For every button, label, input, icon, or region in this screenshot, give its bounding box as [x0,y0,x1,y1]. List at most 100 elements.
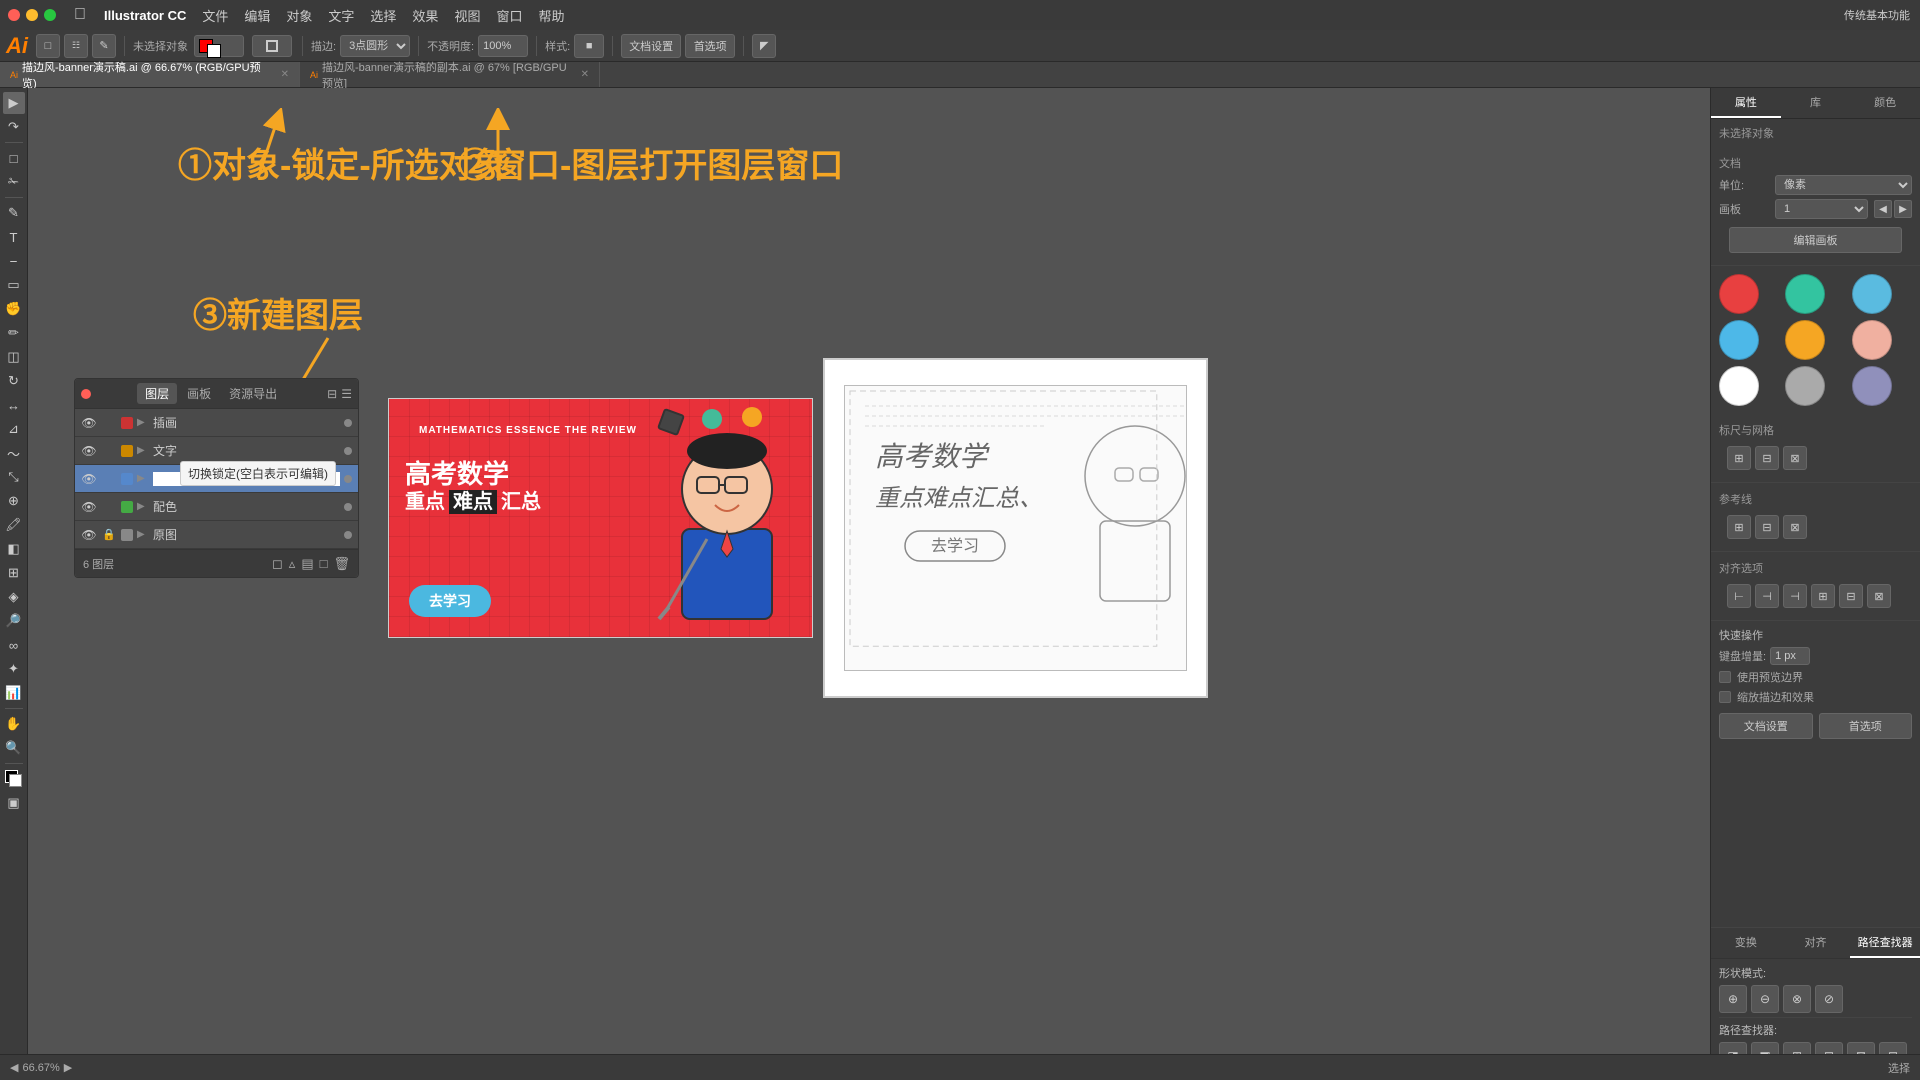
expand-active[interactable]: ▶ [137,473,149,484]
zoom-out-btn[interactable]: ◀ [10,1061,18,1074]
unite-btn[interactable]: ⊕ [1719,985,1747,1013]
align-left[interactable]: ⊢ [1727,584,1751,608]
minimize-button[interactable] [26,9,38,21]
expand-color[interactable]: ▶ [137,501,149,512]
artboard-red[interactable]: MATHEMATICS ESSENCE THE REVIEW 高考数学 重点 难… [388,398,813,638]
shape-builder-tool[interactable]: ⊕ [3,490,25,512]
eye-original[interactable]: 👁 [81,528,97,542]
panel-tab-artboards[interactable]: 画板 [179,383,219,404]
expand-text[interactable]: ▶ [137,445,149,456]
live-paint-tool[interactable]: 🖍 [3,514,25,536]
menu-window[interactable]: 窗口 [496,6,522,25]
workspace-selector[interactable]: 传统基本功能 [1844,7,1910,23]
artboard-tool[interactable]: □ [3,147,25,169]
panel-menu-btn[interactable]: ☰ [341,387,352,401]
swatch-red[interactable] [1719,274,1759,314]
window-controls[interactable] [8,9,56,21]
mesh-tool[interactable]: ⊞ [3,562,25,584]
scale-strokes-checkbox[interactable] [1719,691,1731,703]
edit-artboard-btn[interactable]: 编辑画板 [1729,227,1903,253]
brush-tool-btn[interactable]: ✎ [92,34,116,58]
bottom-tab-align[interactable]: 对齐 [1781,928,1851,958]
rect-tool[interactable]: ▭ [3,274,25,296]
exclude-btn[interactable]: ⊘ [1815,985,1843,1013]
direct-selection-tool[interactable]: ↷ [3,116,25,138]
tab-2[interactable]: Ai 描边风-banner演示稿的副本.ai @ 67% [RGB/GPU 预览… [300,62,600,87]
opacity-input[interactable] [478,35,528,57]
tab-1-close[interactable]: ✕ [281,69,289,80]
scale-tool[interactable]: ⤡ [3,466,25,488]
eraser-tool[interactable]: ◫ [3,346,25,368]
quick-doc-settings-btn[interactable]: 文档设置 [1719,713,1813,739]
banner-learn-btn[interactable]: 去学习 [409,585,491,617]
new-layer-btn[interactable]: □ [320,556,328,571]
swatch-orange[interactable] [1785,320,1825,360]
warp-tool[interactable]: 〜 [3,442,25,464]
swatch-peach[interactable] [1852,320,1892,360]
zoom-tool[interactable]: 🔍 [3,737,25,759]
artboard-sketch[interactable]: 高考数学 重点难点汇总、 去学习 [823,358,1208,698]
swatch-gray[interactable] [1785,366,1825,406]
close-button[interactable] [8,9,20,21]
ruler-icon-3[interactable]: ⊠ [1783,446,1807,470]
swatch-blue[interactable] [1852,274,1892,314]
layer-row-color[interactable]: 👁 ▶ 配色 [75,493,358,521]
distribute-1[interactable]: ⊞ [1811,584,1835,608]
duplicate-layer[interactable]: ▤ [301,556,313,572]
eye-illustration[interactable]: 👁 [81,416,97,430]
hand-tool[interactable]: ✋ [3,713,25,735]
tab-2-close[interactable]: ✕ [581,69,589,80]
quick-prefs-btn[interactable]: 首选项 [1819,713,1913,739]
minus-front-btn[interactable]: ⊖ [1751,985,1779,1013]
bottom-tab-pathfinder[interactable]: 路径查找器 [1850,928,1920,958]
delete-layer-btn[interactable]: 🗑 [333,556,350,572]
guide-icon-1[interactable]: ⊞ [1727,515,1751,539]
distribute-2[interactable]: ⊟ [1839,584,1863,608]
keyboard-increment-input[interactable] [1770,647,1810,665]
doc-settings-btn[interactable]: 文档设置 [621,34,681,58]
panel-tab-export[interactable]: 资源导出 [221,383,285,404]
artboard-select[interactable]: 1 [1775,199,1868,219]
ruler-icon-1[interactable]: ⊞ [1727,446,1751,470]
ruler-icon-2[interactable]: ⊟ [1755,446,1779,470]
swatch-cyan[interactable] [1719,320,1759,360]
arrange-btn[interactable]: ☷ [64,34,88,58]
arrange-docs-btn[interactable]: ◤ [752,34,776,58]
pencil-tool[interactable]: ✏ [3,322,25,344]
panel-close-btn[interactable] [81,389,91,399]
paintbrush-tool[interactable]: ✊ [3,298,25,320]
artboard-next[interactable]: ▶ [1894,200,1912,218]
column-graph-tool[interactable]: 📊 [3,682,25,704]
width-tool[interactable]: ⊿ [3,418,25,440]
line-tool[interactable]: ⎯ [3,250,25,272]
align-center[interactable]: ⊣ [1755,584,1779,608]
perspective-tool[interactable]: ◧ [3,538,25,560]
new-doc-btn[interactable]: □ [36,34,60,58]
rp-tab-library[interactable]: 库 [1781,88,1851,118]
preview-bounds-checkbox[interactable] [1719,671,1731,683]
eye-active[interactable]: 👁 [81,472,97,486]
apple-menu[interactable]:  [74,6,86,24]
unit-select[interactable]: 像素 [1775,175,1912,195]
move-to-layer[interactable]: ▵ [289,556,296,572]
menu-effect[interactable]: 效果 [412,6,438,25]
bottom-tab-transform[interactable]: 变换 [1711,928,1781,958]
maximize-button[interactable] [44,9,56,21]
stroke-type-select[interactable]: 3点圆形 [340,35,410,57]
mirror-tool[interactable]: ↔ [3,394,25,416]
canvas-area[interactable]: ①对象-锁定-所选对象 ②窗口-图层打开图层窗口 ③新建图层 图层 画板 [28,88,1710,1080]
distribute-3[interactable]: ⊠ [1867,584,1891,608]
style-btn[interactable]: ■ [574,34,604,58]
tab-1[interactable]: Ai 描边风-banner演示稿.ai @ 66.67% (RGB/GPU预览)… [0,62,300,87]
slice-tool[interactable]: ✁ [3,171,25,193]
menu-help[interactable]: 帮助 [538,6,564,25]
lock-original[interactable]: 🔒 [101,528,117,541]
zoom-in-btn[interactable]: ▶ [64,1061,72,1074]
stroke-color-selector[interactable] [252,35,292,57]
menu-text[interactable]: 文字 [328,6,354,25]
rp-tab-color[interactable]: 颜色 [1850,88,1920,118]
menu-file[interactable]: 文件 [202,6,228,25]
intersect-btn[interactable]: ⊗ [1783,985,1811,1013]
layer-row-illustration[interactable]: 👁 ▶ 插画 [75,409,358,437]
eyedropper-tool[interactable]: 🔎 [3,610,25,632]
